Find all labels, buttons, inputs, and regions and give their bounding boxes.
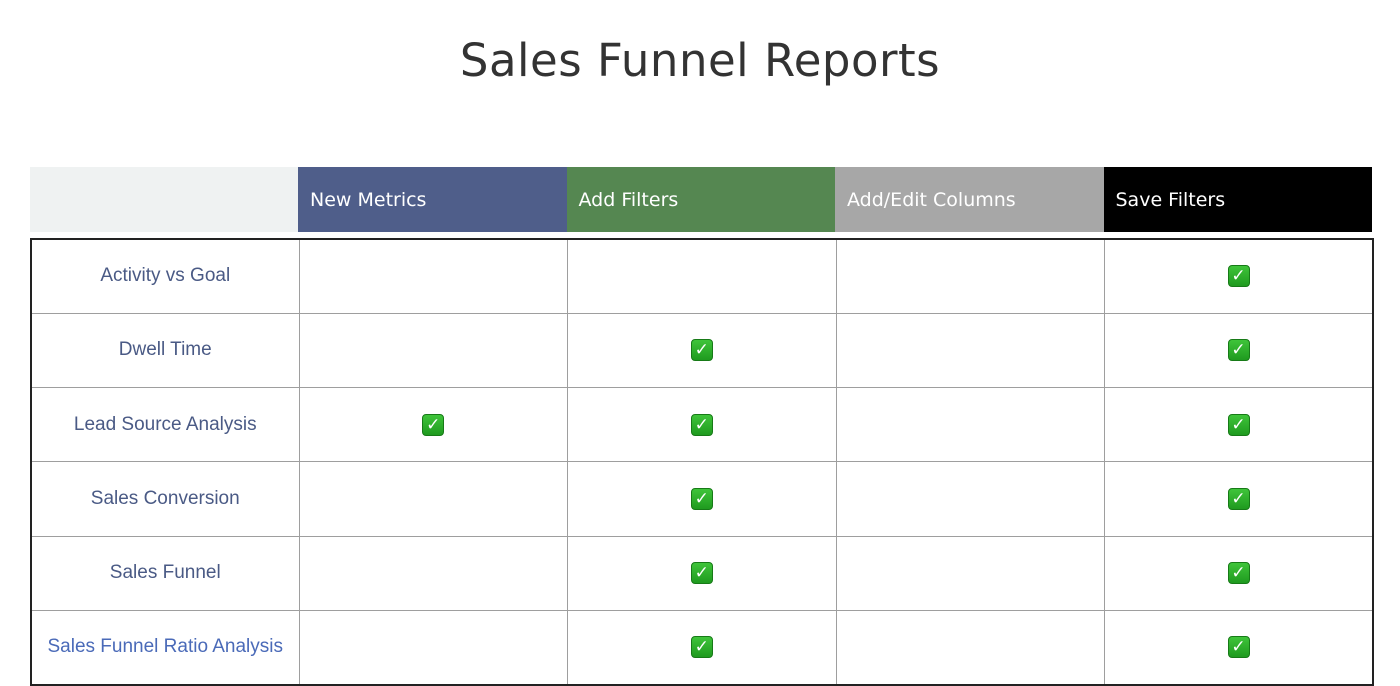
feature-cell (835, 535, 1105, 611)
report-name[interactable]: Dwell Time (119, 339, 212, 360)
feature-cell (298, 237, 568, 314)
check-mark-icon: ✓ (690, 339, 713, 362)
feature-cell: ✓ (298, 387, 568, 463)
row-label-cell: Sales Conversion (30, 461, 300, 537)
check-mark-icon: ✓ (1227, 265, 1250, 288)
report-name[interactable]: Sales Funnel (110, 562, 221, 583)
feature-cell (835, 237, 1105, 314)
report-name[interactable]: Lead Source Analysis (74, 414, 257, 435)
table-row: Dwell Time ✓ ✓ (30, 312, 1374, 389)
check-mark-icon: ✓ (690, 636, 713, 659)
table-row: Lead Source Analysis ✓ ✓ ✓ (30, 387, 1374, 463)
check-mark-icon: ✓ (690, 562, 713, 585)
table-row: Sales Funnel Ratio Analysis ✓ ✓ (30, 609, 1374, 686)
report-name[interactable]: Activity vs Goal (100, 265, 230, 286)
check-mark-icon: ✓ (1227, 636, 1250, 659)
row-label-cell: Sales Funnel (30, 535, 300, 611)
feature-cell: ✓ (567, 535, 837, 611)
table-row: Sales Funnel ✓ ✓ (30, 535, 1374, 611)
check-mark-icon: ✓ (1227, 413, 1250, 436)
check-mark-icon: ✓ (1227, 488, 1250, 511)
report-feature-table: Activity vs Goal ✓ Dwell Time ✓ ✓ Lead Source… (30, 237, 1374, 686)
column-header-save-filters: Save Filters (1103, 167, 1372, 232)
feature-cell: ✓ (1104, 312, 1374, 389)
row-label-cell: Lead Source Analysis (30, 387, 300, 463)
header-corner-cell (30, 167, 298, 232)
report-name[interactable]: Sales Funnel Ratio Analysis (47, 636, 283, 657)
feature-cell (298, 312, 568, 389)
feature-cell: ✓ (567, 312, 837, 389)
table-row: Sales Conversion ✓ ✓ (30, 461, 1374, 537)
feature-cell: ✓ (1104, 461, 1374, 537)
feature-cell (567, 237, 837, 314)
check-mark-icon: ✓ (690, 413, 713, 436)
row-label-cell: Dwell Time (30, 312, 300, 389)
feature-cell (298, 535, 568, 611)
feature-cell: ✓ (1104, 387, 1374, 463)
feature-cell: ✓ (1104, 535, 1374, 611)
check-mark-icon: ✓ (422, 413, 445, 436)
page-title: Sales Funnel Reports (459, 34, 941, 87)
feature-cell (298, 609, 568, 686)
feature-cell: ✓ (1104, 237, 1374, 314)
feature-cell: ✓ (1104, 609, 1374, 686)
feature-cell (835, 387, 1105, 463)
column-header-add-filters: Add Filters (566, 167, 835, 232)
feature-cell: ✓ (567, 461, 837, 537)
column-header-new-metrics: New Metrics (298, 167, 567, 232)
feature-cell: ✓ (567, 387, 837, 463)
table-row: Activity vs Goal ✓ (30, 237, 1374, 314)
page: Sales Funnel Reports New Metrics Add Filt… (0, 0, 1400, 686)
feature-cell (835, 461, 1105, 537)
check-mark-icon: ✓ (690, 488, 713, 511)
feature-cell (835, 312, 1105, 389)
feature-cell (835, 609, 1105, 686)
check-mark-icon: ✓ (1227, 339, 1250, 362)
column-header-row: New Metrics Add Filters Add/Edit Columns Sa… (30, 167, 1372, 232)
feature-cell (298, 461, 568, 537)
check-mark-icon: ✓ (1227, 562, 1250, 585)
report-name[interactable]: Sales Conversion (91, 488, 240, 509)
feature-cell: ✓ (567, 609, 837, 686)
row-label-cell: Activity vs Goal (30, 237, 300, 314)
row-label-cell: Sales Funnel Ratio Analysis (30, 609, 300, 686)
column-header-add-edit-columns: Add/Edit Columns (835, 167, 1104, 232)
